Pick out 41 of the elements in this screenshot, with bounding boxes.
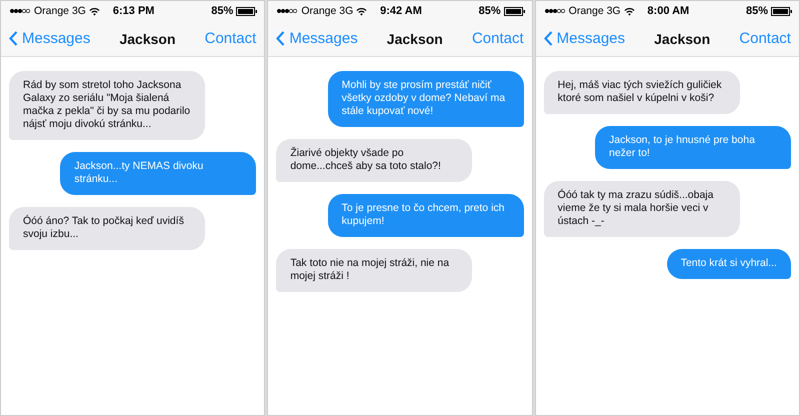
wifi-icon	[88, 6, 100, 16]
message-bubble: Hej, máš viac tých sviežích guličiek ktoré som našiel v kúpelni v koši?	[544, 71, 740, 114]
chevron-left-icon	[544, 31, 553, 46]
message-bubble: Jackson...ty NEMAS divoku stránku...	[60, 152, 256, 195]
message-bubble: Žiarivé objekty všade po dome...chceš aby sa toto stalo?!	[276, 139, 472, 182]
message-bubble: Rád by som stretol toho Jacksona Galaxy zo seriálu "Moja šialená mačka z pekla" či by sa mu podarilo nájsť moju divokú stránku...	[9, 71, 205, 140]
contact-title: Jackson	[119, 30, 176, 46]
status-time: 9:42 AM	[380, 5, 422, 17]
contact-button[interactable]: Contact	[739, 30, 791, 47]
carrier-name: Orange 3G	[301, 5, 354, 17]
battery-percent: 85%	[746, 5, 768, 17]
signal-icon	[544, 8, 566, 14]
contact-button[interactable]: Contact	[472, 30, 524, 47]
carrier-name: Orange 3G	[568, 5, 621, 17]
battery-percent: 85%	[211, 5, 234, 17]
wifi-icon	[624, 6, 635, 16]
contact-title: Jackson	[654, 30, 710, 46]
chevron-left-icon	[276, 31, 286, 46]
message-bubble: Mohli by ste prosím prestáť ničiť všetky ozdoby v dome? Nebaví ma stále kupovať nové!	[328, 71, 524, 127]
message-bubble: To je presne to čo chcem, preto ich kupujem!	[328, 194, 524, 237]
battery-icon	[236, 6, 258, 16]
signal-icon	[9, 8, 31, 14]
message-bubble: Tento krát si vyhral...	[666, 249, 791, 279]
back-button[interactable]: Messages	[9, 30, 90, 47]
battery-icon	[504, 6, 526, 16]
status-time: 6:13 PM	[112, 5, 154, 17]
message-bubble: Óóó áno? Tak to počkaj keď uvidíš svoju izbu...	[9, 207, 205, 250]
chevron-left-icon	[9, 31, 18, 46]
signal-icon	[276, 8, 298, 14]
message-bubble: Tak toto nie na mojej stráži, nie na mojej stráži !	[276, 249, 472, 292]
back-button[interactable]: Messages	[544, 30, 626, 47]
wifi-icon	[356, 6, 368, 16]
carrier-name: Orange 3G	[34, 5, 86, 17]
message-bubble: Óóó tak ty ma zrazu súdiš...obaja vieme že ty si mala horšie veci v ústach -_-	[544, 181, 740, 237]
contact-button[interactable]: Contact	[204, 30, 256, 47]
status-time: 8:00 AM	[647, 5, 690, 17]
back-button[interactable]: Messages	[276, 30, 358, 47]
message-bubble: Jackson, to je hnusné pre boha nežer to!	[594, 126, 791, 169]
battery-icon	[770, 6, 793, 16]
contact-title: Jackson	[386, 30, 443, 46]
battery-percent: 85%	[478, 5, 501, 17]
